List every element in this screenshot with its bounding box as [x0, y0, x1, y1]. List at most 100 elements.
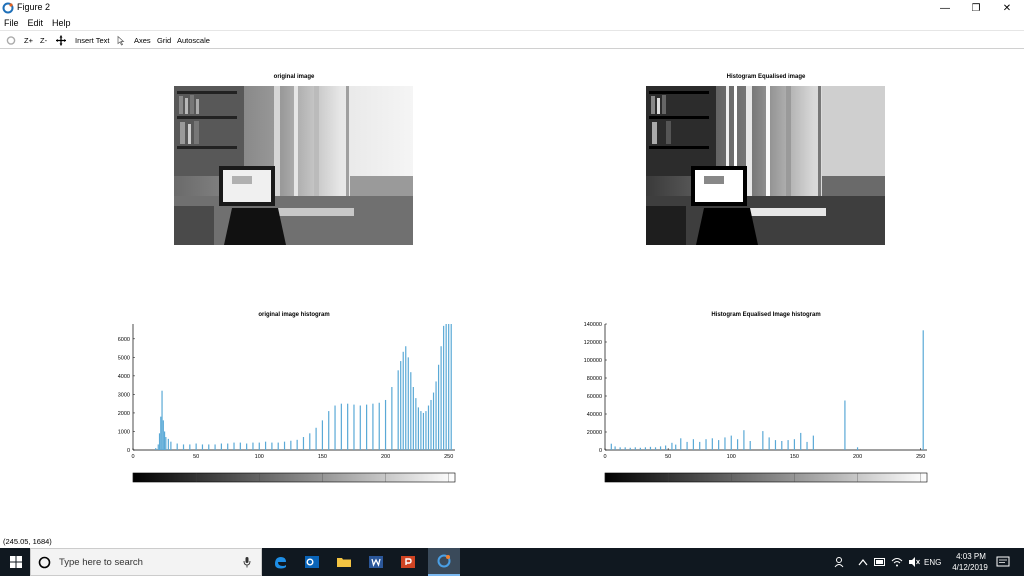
octave-logo-icon [2, 2, 14, 14]
histogram-bar [629, 447, 631, 450]
original-image-title: original image [273, 74, 315, 80]
pan-icon[interactable] [56, 35, 66, 46]
histogram-bar [718, 440, 720, 450]
histogram-bar [353, 404, 355, 450]
people-icon[interactable] [834, 556, 846, 568]
rotate-icon[interactable] [6, 35, 16, 46]
menu-bar: File Edit Help [0, 16, 1024, 29]
histogram-bar [158, 433, 161, 450]
histogram-bar [302, 437, 305, 450]
histogram-bar [435, 381, 437, 450]
histogram-bar [619, 447, 621, 450]
histogram-bar [437, 364, 440, 450]
menu-file[interactable]: File [4, 18, 19, 28]
clock-time[interactable]: 4:03 PM [951, 552, 991, 561]
histogram-bar [296, 439, 298, 450]
chevron-up-icon[interactable] [858, 558, 868, 566]
y-tick-label: 120000 [584, 340, 602, 346]
histogram-bar [410, 372, 412, 450]
histogram-bar [340, 403, 342, 450]
clock-date[interactable]: 4/12/2019 [949, 563, 991, 572]
histogram-bar [384, 399, 387, 450]
histogram-bar [427, 405, 430, 450]
taskbar-edge-icon[interactable] [264, 548, 296, 576]
taskbar-explorer-icon[interactable] [328, 548, 360, 576]
taskbar-search-box[interactable]: Type here to search [30, 548, 262, 576]
maximize-button[interactable]: ❐ [961, 0, 991, 16]
autoscale-button[interactable]: Autoscale [177, 35, 210, 46]
menu-edit[interactable]: Edit [28, 18, 44, 28]
histogram-bar [165, 437, 167, 450]
battery-icon[interactable] [874, 557, 886, 567]
grid-button[interactable]: Grid [157, 35, 171, 46]
cursor-coordinates: (245.05, 1684) [3, 537, 52, 546]
histogram-bar [422, 412, 425, 450]
outlook-icon [305, 556, 319, 568]
select-cursor-icon[interactable] [117, 35, 125, 46]
histogram-bar [201, 444, 204, 450]
y-tick-label: 80000 [587, 376, 602, 382]
histogram-bar [432, 392, 435, 450]
menu-help[interactable]: Help [52, 18, 71, 28]
histogram-bar [220, 443, 222, 450]
powerpoint-icon [401, 556, 415, 568]
folder-icon [337, 558, 351, 567]
y-tick-label: 6000 [118, 337, 130, 343]
histogram-bar [372, 403, 374, 450]
taskbar-word-icon[interactable] [360, 548, 392, 576]
window-title: Figure 2 [17, 2, 51, 12]
histogram-bar [445, 324, 447, 450]
axes-button[interactable]: Axes [134, 35, 151, 46]
original-histogram-chart: 0 1000 2000 3000 4000 5000 6000 0 50 100 150 200 250 [118, 324, 456, 483]
x-tick-label: 50 [193, 454, 199, 460]
histogram-bar [189, 444, 191, 450]
equalised-image-title: Histogram Equalised image [726, 74, 806, 80]
taskbar: Type here to search ENG 4:03 PM 4/12/201… [0, 548, 1024, 576]
equalised-histogram-title: Histogram Equalised Image histogram [711, 312, 821, 318]
zoom-out-button[interactable]: Z- [40, 35, 47, 46]
histogram-bar [208, 444, 210, 450]
taskbar-octave-icon[interactable] [428, 548, 460, 576]
histogram-bar [443, 325, 445, 450]
microphone-icon[interactable] [243, 557, 251, 568]
histogram-bar [391, 387, 393, 450]
histogram-bar [227, 443, 229, 450]
zoom-in-button[interactable]: Z+ [24, 35, 33, 46]
histogram-bar [283, 441, 286, 450]
close-button[interactable]: ✕ [992, 0, 1022, 16]
notifications-icon[interactable] [996, 556, 1010, 568]
histogram-bar [415, 398, 417, 450]
x-tick-label: 100 [727, 454, 736, 460]
histogram-bar [239, 442, 241, 450]
histogram-bar [844, 400, 846, 450]
histogram-bar [328, 411, 330, 450]
taskbar-outlook-icon[interactable] [296, 548, 328, 576]
histogram-bar [246, 443, 248, 450]
histogram-bar [680, 438, 682, 450]
histogram-bar [195, 443, 197, 450]
title-bar: Figure 2 — ❐ ✕ [0, 0, 1024, 16]
histogram-bar [400, 361, 402, 450]
wifi-icon[interactable] [891, 556, 903, 568]
histogram-bar [264, 441, 267, 450]
histogram-bar [639, 447, 641, 450]
insert-text-button[interactable]: Insert Text [75, 35, 109, 46]
histogram-bar [856, 447, 859, 450]
y-tick-label: 20000 [587, 430, 602, 436]
histogram-bar [659, 446, 662, 450]
histogram-bar [277, 442, 279, 450]
minimize-button[interactable]: — [930, 0, 960, 16]
histogram-bar [366, 404, 368, 450]
figure-canvas[interactable]: original image Histogram Equalised image… [0, 50, 1024, 536]
language-indicator[interactable]: ENG [924, 558, 941, 567]
original-histogram-title: original image histogram [258, 312, 330, 318]
volume-muted-icon[interactable] [908, 556, 920, 568]
windows-start-icon[interactable] [10, 556, 22, 568]
equalised-image [646, 86, 885, 245]
histogram-bar [610, 443, 612, 450]
close-icon: ✕ [1002, 2, 1012, 14]
y-tick-label: 5000 [118, 355, 130, 361]
histogram-bar [430, 399, 432, 450]
histogram-bar [922, 330, 924, 450]
taskbar-powerpoint-icon[interactable] [392, 548, 424, 576]
